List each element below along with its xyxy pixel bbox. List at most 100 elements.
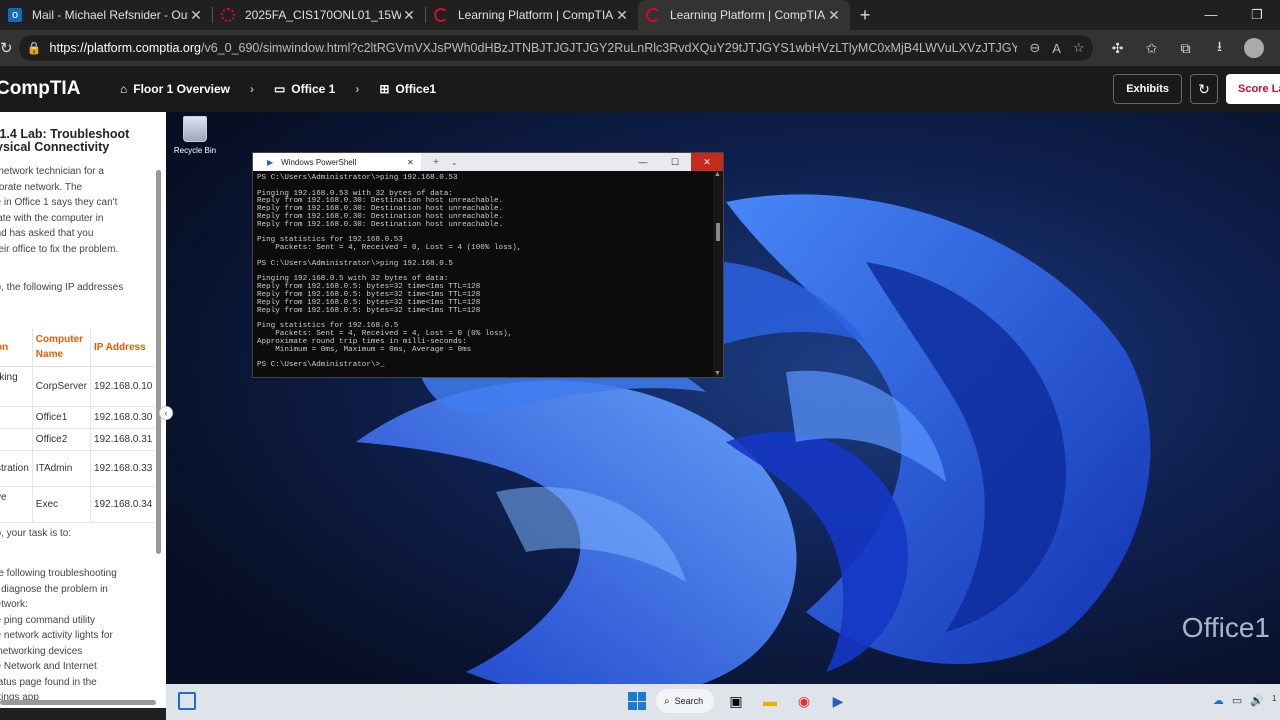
new-tab-button[interactable]: +	[850, 5, 880, 26]
close-tab-icon[interactable]: ✕	[826, 7, 842, 24]
lab-header: CompTIA ⌂ Floor 1 Overview › ▭ Office 1 …	[0, 66, 1280, 112]
close-tab-icon[interactable]: ✕	[401, 7, 417, 24]
breadcrumb-computer[interactable]: Office1	[395, 82, 436, 96]
network-icon[interactable]: ▭	[1232, 694, 1242, 707]
task-line: ll networking devices	[0, 645, 83, 657]
browser-tab-bar: o Mail - Michael Refsnider - Outlook ✕ 2…	[0, 0, 1280, 30]
powershell-tab[interactable]: ▶ Windows PowerShell ✕	[253, 153, 421, 171]
comptia-icon	[646, 8, 660, 22]
zoom-icon[interactable]: ⊖	[1029, 40, 1040, 56]
clock[interactable]: 1	[1272, 694, 1280, 707]
table-cell: 192.168.0.31	[89, 428, 156, 451]
task-line: he Network and Internet	[0, 661, 97, 672]
chevron-right-icon: ›	[249, 82, 254, 96]
address-bar[interactable]: 🔒 https://platform.comptia.org/v6_0_690/…	[18, 35, 1093, 61]
close-tab-icon[interactable]: ✕	[188, 7, 204, 24]
powershell-console-output[interactable]: PS C:\Users\Administrator\>ping 192.168.…	[253, 171, 715, 377]
table-cell: ve	[0, 486, 33, 523]
panel-horizontal-scrollbar[interactable]	[0, 700, 156, 705]
tab-title: Learning Platform | CompTIA	[670, 8, 826, 22]
taskbar-search[interactable]: ⌕ Search	[656, 689, 714, 713]
maximize-icon[interactable]: ❐	[1234, 0, 1280, 30]
table-header: Computer Name	[31, 328, 91, 367]
task-line: he ping command utility	[0, 614, 96, 626]
windows-icon: ⊞	[379, 82, 390, 96]
recycle-bin-shortcut[interactable]: Recycle Bin	[170, 116, 220, 155]
breadcrumb-office[interactable]: Office 1	[291, 82, 335, 96]
more-icon[interactable]: ⋯	[1271, 40, 1280, 57]
computer-name-watermark: Office1	[1181, 612, 1270, 643]
close-icon[interactable]: ✕	[691, 153, 723, 171]
breadcrumb-floor[interactable]: Floor 1 Overview	[133, 82, 230, 96]
refresh-button[interactable]: ↻	[1190, 74, 1218, 104]
table-cell	[0, 406, 33, 429]
collections-icon[interactable]: ⧉	[1169, 40, 1203, 57]
tab-comptia-2[interactable]: Learning Platform | CompTIA ✕	[638, 0, 850, 30]
avatar[interactable]	[1243, 38, 1264, 58]
close-tab-icon[interactable]: ✕	[614, 7, 630, 24]
url-text[interactable]: https://platform.comptia.org/v6_0_690/si…	[50, 41, 1018, 55]
taskbar-apps: ⌕ Search ▣ ▬ ◉ ▶	[628, 689, 850, 713]
chrome-icon[interactable]: ◉	[792, 689, 816, 713]
chevron-down-icon[interactable]: ⌄	[451, 158, 458, 167]
tab-course[interactable]: 2025FA_CIS170ONL01_15WK Intro ✕	[213, 0, 425, 30]
scrollbar-thumb[interactable]	[716, 223, 720, 241]
recycle-bin-label: Recycle Bin	[173, 146, 217, 155]
tab-comptia-1[interactable]: Learning Platform | CompTIA ✕	[426, 0, 638, 30]
powershell-window[interactable]: ▶ Windows PowerShell ✕ + ⌄ — ☐ ✕ PS C:\U…	[252, 152, 724, 378]
minimize-icon[interactable]: —	[627, 153, 659, 171]
comptia-icon	[434, 8, 448, 22]
tab-outlook[interactable]: o Mail - Michael Refsnider - Outlook ✕	[0, 0, 212, 30]
favorites-icon[interactable]: ✩	[1135, 40, 1169, 57]
new-tab-icon[interactable]: +	[433, 157, 439, 168]
downloads-icon[interactable]: ⭳	[1203, 36, 1237, 60]
task-line: network:	[0, 599, 28, 610]
recycle-bin-icon	[183, 116, 207, 142]
table-cell: Office1	[31, 406, 91, 429]
monitor-icon: ▭	[273, 82, 286, 96]
score-lab-button[interactable]: Score Lab	[1226, 74, 1280, 104]
file-explorer-icon[interactable]: ▬	[758, 689, 782, 713]
comptia-logo: CompTIA	[0, 78, 81, 99]
scroll-down-icon[interactable]: ▼	[714, 370, 721, 377]
table-cell: 192.168.0.30	[89, 406, 156, 429]
onedrive-icon[interactable]: ☁	[1213, 694, 1224, 707]
favorite-star-icon[interactable]: ☆	[1073, 40, 1085, 56]
search-label: Search	[674, 696, 704, 706]
scroll-up-icon[interactable]: ▲	[714, 171, 721, 178]
table-row: Office1 192.168.0.30	[0, 406, 156, 429]
powershell-scrollbar[interactable]: ▲ ▼	[713, 171, 723, 377]
maximize-icon[interactable]: ☐	[659, 153, 691, 171]
browser-toolbar: ↻ 🔒 https://platform.comptia.org/v6_0_69…	[0, 30, 1280, 66]
powershell-taskbar-icon[interactable]: ▶	[826, 689, 850, 713]
table-cell: 192.168.0.34	[89, 486, 156, 523]
lab-title: .1.4 Lab: Troubleshoot ysical Connectivi…	[0, 127, 130, 154]
task-line: the following troubleshooting	[0, 568, 117, 579]
table-cell	[0, 428, 33, 451]
reload-icon[interactable]: ↻	[0, 39, 13, 57]
table-row: rkingCorpServer192.168.0.10	[0, 366, 156, 407]
table-row: strationITAdmin192.168.0.33	[0, 450, 156, 487]
course-icon	[221, 8, 235, 22]
powershell-titlebar[interactable]: ▶ Windows PowerShell ✕ + ⌄ — ☐ ✕	[253, 153, 723, 171]
lock-icon[interactable]: 🔒	[27, 41, 42, 55]
read-aloud-icon[interactable]: A	[1052, 41, 1061, 56]
close-tab-icon[interactable]: ✕	[407, 158, 421, 167]
task-list: the following troubleshooting to diagnos…	[0, 566, 140, 706]
exhibits-button[interactable]: Exhibits	[1113, 74, 1182, 104]
start-button[interactable]	[628, 692, 646, 710]
powershell-tab-title: Windows PowerShell	[281, 157, 357, 167]
minimize-icon[interactable]: —	[1188, 0, 1234, 30]
collapse-panel-button[interactable]: ‹	[159, 406, 173, 420]
widgets-icon[interactable]	[178, 692, 196, 710]
extensions-icon[interactable]: ✣	[1101, 40, 1135, 57]
search-icon: ⌕	[664, 695, 670, 707]
table-header-row: on Computer Name IP Address	[0, 328, 156, 367]
chevron-right-icon: ›	[355, 82, 360, 96]
volume-icon[interactable]: 🔊	[1250, 694, 1264, 707]
powershell-window-controls: — ☐ ✕	[627, 153, 723, 171]
task-view-icon[interactable]: ▣	[724, 689, 748, 713]
tab-title: Mail - Michael Refsnider - Outlook	[32, 8, 188, 22]
task-line: status page found in the	[0, 676, 97, 688]
panel-scrollbar[interactable]	[156, 170, 161, 554]
